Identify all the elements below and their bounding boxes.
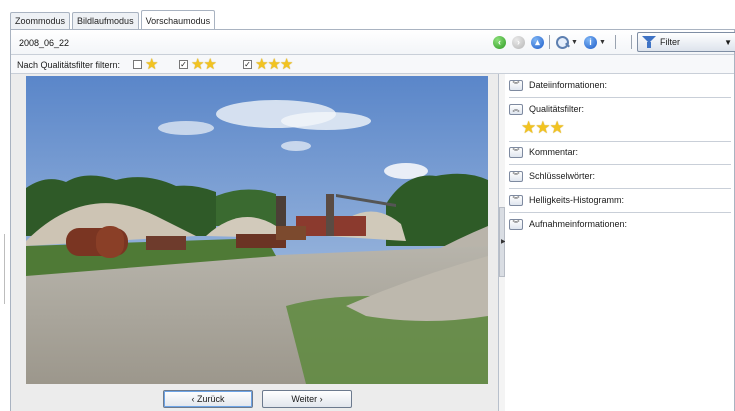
quality-filter-bar: Nach Qualitätsfilter filtern: ★ ✓ ★★ ✓ ★… xyxy=(11,55,734,74)
toolbar-separator xyxy=(549,35,550,49)
filter-3-star-icon: ★★★ xyxy=(255,56,293,73)
section-label: Dateiinformationen: xyxy=(529,80,608,90)
filter-3-star-checkbox[interactable]: ✓ xyxy=(243,60,252,69)
back-button[interactable]: ‹ xyxy=(493,33,506,51)
collapse-chevron-icon[interactable]: ︽ xyxy=(509,103,523,115)
preview-image[interactable] xyxy=(26,76,488,384)
filter-2-star-checkbox[interactable]: ✓ xyxy=(179,60,188,69)
forward-arrow-icon: › xyxy=(512,35,525,49)
mode-tabs: Zoommodus Bildlaufmodus Vorschaumodus xyxy=(10,9,217,30)
filter-button-label: Filter xyxy=(660,37,680,47)
section-divider xyxy=(509,188,731,189)
section-divider xyxy=(509,97,731,98)
section-divider xyxy=(509,141,731,142)
toolbar-separator xyxy=(615,35,616,49)
expand-chevron-icon[interactable]: ︾ xyxy=(509,146,523,158)
filter-1-star-checkbox[interactable] xyxy=(133,60,142,69)
back-arrow-icon: ‹ xyxy=(493,35,506,49)
expand-chevron-icon[interactable]: ︾ xyxy=(509,194,523,206)
tab-bildlaufmodus[interactable]: Bildlaufmodus xyxy=(72,12,139,29)
section-divider xyxy=(509,164,731,165)
section-label: Qualitätsfilter: xyxy=(529,104,585,114)
preview-frame: 2008_06_22 ‹ › ▴ ▼ i ▼ Filter ▼ Nach Qua… xyxy=(10,29,735,411)
info-button[interactable]: i ▼ xyxy=(584,33,606,51)
section-kommentar: ︾ Kommentar: xyxy=(509,144,731,165)
forward-button[interactable]: › xyxy=(512,33,525,51)
filter-1-star-icon: ★ xyxy=(145,56,158,73)
window-edge-line xyxy=(4,234,5,304)
section-label: Kommentar: xyxy=(529,147,579,157)
section-label: Helligkeits-Histogramm: xyxy=(529,195,625,205)
toolbar-separator xyxy=(631,35,632,49)
up-arrow-icon: ▴ xyxy=(531,35,544,49)
section-helligkeits-histogramm: ︾ Helligkeits-Histogramm: xyxy=(509,192,731,213)
back-nav-button[interactable]: ‹ Zurück xyxy=(163,390,253,408)
magnifier-icon xyxy=(555,35,569,49)
section-dateiinformationen: ︾ Dateiinformationen: xyxy=(509,77,731,98)
info-icon: i xyxy=(584,35,597,49)
section-label: Schlüsselwörter: xyxy=(529,171,596,181)
filter-2-star-icon: ★★ xyxy=(191,56,217,73)
section-label: Aufnahmeinformationen: xyxy=(529,219,628,229)
filter-button[interactable]: Filter ▼ xyxy=(637,32,735,52)
section-divider xyxy=(509,212,731,213)
expand-chevron-icon[interactable]: ︾ xyxy=(509,218,523,230)
filter-icon xyxy=(642,36,656,48)
chevron-down-icon: ▼ xyxy=(599,38,606,46)
quality-filter-label: Nach Qualitätsfilter filtern: xyxy=(17,60,121,70)
chevron-down-icon: ▼ xyxy=(724,38,732,47)
quality-rating-stars[interactable]: ★★★ xyxy=(521,119,565,136)
navigation-bar: ‹ Zurück Weiter › xyxy=(11,385,498,411)
image-viewer: ‹ Zurück Weiter › xyxy=(11,74,499,411)
section-aufnahmeinformationen: ︾ Aufnahmeinformationen: xyxy=(509,216,731,232)
info-panel: ︾ Dateiinformationen: ︽ Qualitätsfilter:… xyxy=(505,74,734,411)
expand-chevron-icon[interactable]: ︾ xyxy=(509,79,523,91)
section-qualitaetsfilter: ︽ Qualitätsfilter: xyxy=(509,101,731,142)
tab-zoommodus[interactable]: Zoommodus xyxy=(10,12,71,29)
section-schluesselwoerter: ︾ Schlüsselwörter: xyxy=(509,168,731,189)
up-button[interactable]: ▴ xyxy=(531,33,544,51)
chevron-down-icon: ▼ xyxy=(571,38,578,46)
toolbar: 2008_06_22 ‹ › ▴ ▼ i ▼ Filter ▼ xyxy=(11,30,735,55)
zoom-button[interactable]: ▼ xyxy=(555,33,578,51)
expand-chevron-icon[interactable]: ︾ xyxy=(509,170,523,182)
folder-title: 2008_06_22 xyxy=(19,38,70,48)
tab-vorschaumodus[interactable]: Vorschaumodus xyxy=(140,10,216,30)
next-nav-button[interactable]: Weiter › xyxy=(262,390,352,408)
